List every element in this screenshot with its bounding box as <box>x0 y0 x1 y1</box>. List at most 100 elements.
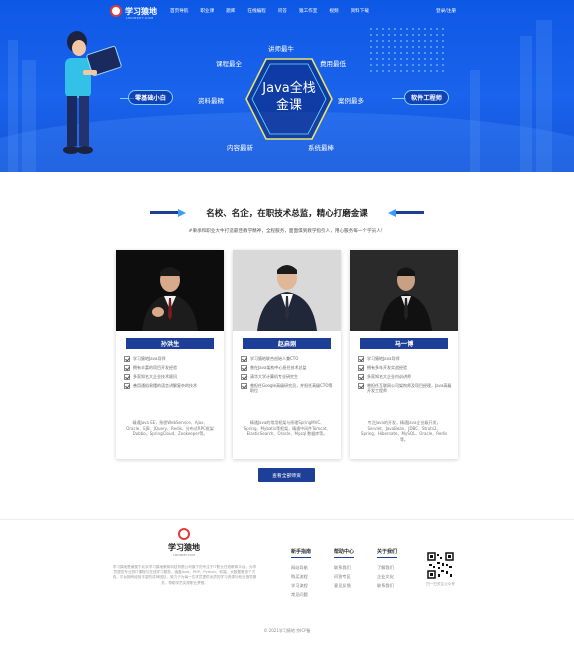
footer-link[interactable]: 购买流程 <box>291 572 325 581</box>
point-text: 多家知名大企业内训讲师 <box>367 374 411 379</box>
footer-link[interactable]: 网站导航 <box>291 563 325 572</box>
point-text: 曾担任互联网公司架构师及项目经理，Java高级开发工程师 <box>367 383 452 394</box>
pill-beginner: 零基础小白 <box>128 90 173 105</box>
nav-item-downloads[interactable]: 资料下载 <box>351 8 369 14</box>
point-text: 多家知名大企业技术顾问 <box>133 374 177 379</box>
nav-item-video[interactable]: 视频 <box>329 8 338 14</box>
teacher-portrait-image <box>257 265 317 331</box>
qr-caption: 扫一扫关注公众号 <box>426 582 455 586</box>
list-item: 学习猿地联合创始人兼CTO <box>241 356 335 362</box>
checkbox-icon <box>124 374 130 380</box>
footer-column-about: 关于我们 了解我们 企业文化 联系我们 <box>377 548 411 590</box>
checkbox-icon <box>241 374 247 380</box>
pill-engineer: 软件工程师 <box>404 90 449 105</box>
view-all-teachers-button[interactable]: 查看全部师资 <box>258 468 315 482</box>
teacher-description: 精通Java的常用框架与原理SpringMVC、Spring、Mybatis等框… <box>243 420 331 436</box>
footer-logo[interactable]: 学习猿地 LMONKEY.COM <box>168 528 200 557</box>
footer-column-title: 帮助中心 <box>334 548 355 558</box>
footer-link[interactable]: 问答专区 <box>334 572 368 581</box>
teacher-card[interactable]: 孙洪生 学习猿地Java导师 拥有丰富的项目开发经验 多家知名大企业技术顾问 善… <box>116 250 224 459</box>
nav-item-qa[interactable]: 问答 <box>278 8 287 14</box>
hero-tag: 内容最新 <box>227 144 253 152</box>
list-item: 拥有丰富的项目开发经验 <box>124 365 218 371</box>
nav-item-questions[interactable]: 题库 <box>226 8 235 14</box>
footer-column-guide: 新手指南 网站导航 购买流程 学习流程 常见问题 <box>291 548 325 599</box>
footer-link[interactable]: 学习流程 <box>291 581 325 590</box>
section-subtitle: #秉承和职业大牛打造最佳教学精神，全程服务，面面俱到教学指引人，用心服务每一个学… <box>188 229 386 234</box>
hero-tag: 资料最精 <box>198 97 224 105</box>
point-text: 拥有多年开发实战经验 <box>367 365 407 370</box>
list-item: 拥有多年开发实战经验 <box>358 365 452 371</box>
teacher-card[interactable]: 赵启刚 学习猿地联合创始人兼CTO 曾在Java架构中心担任技术总监 清华大学计… <box>233 250 341 459</box>
teacher-points: 学习猿地联合创始人兼CTO 曾在Java架构中心担任技术总监 清华大学计算机专业… <box>241 356 335 397</box>
footer-column-title: 关于我们 <box>377 548 398 558</box>
teacher-name: 马一博 <box>360 338 448 349</box>
teacher-name: 孙洪生 <box>126 338 214 349</box>
checkbox-icon <box>124 356 130 362</box>
list-item: 曾担任Google高级研究员，并担任高级CTO等职位 <box>241 383 335 394</box>
checkbox-icon <box>124 365 130 371</box>
hero-tag: 案例最多 <box>338 97 364 105</box>
teacher-description: 精通Java EE，熟悉WebService、Ajax、Oracle、EJB、J… <box>126 420 214 436</box>
checkbox-icon <box>241 356 247 362</box>
logo-text: 学习猿地 <box>125 6 157 16</box>
nav-item-home[interactable]: 首页导航 <box>170 8 188 14</box>
footer-divider <box>0 519 574 520</box>
login-register-link[interactable]: 登录/注册 <box>436 8 456 14</box>
footer-link[interactable]: 了解我们 <box>377 563 411 572</box>
checkbox-icon <box>241 365 247 371</box>
footer-link[interactable]: 联系我们 <box>334 563 368 572</box>
checkbox-icon <box>241 383 247 389</box>
point-text: 曾在Java架构中心担任技术总监 <box>250 365 307 370</box>
footer-description: 学习猿地是隶属于北京学习猿地教育科技有限公司旗下的专注于IT职业在线教育平台。为… <box>112 565 257 585</box>
nav-menu: 首页导航 职业课 题库 在线编程 问答 猿工作室 视频 资料下载 <box>170 8 381 14</box>
developer-illustration <box>63 31 122 154</box>
teacher-portrait-image <box>142 267 198 331</box>
point-text: 学习猿地Java导师 <box>367 356 400 361</box>
list-item: 曾在Java架构中心担任技术总监 <box>241 365 335 371</box>
list-item: 学习猿地Java导师 <box>358 356 452 362</box>
footer-link[interactable]: 意见反馈 <box>334 581 368 590</box>
point-text: 曾担任Google高级研究员，并担任高级CTO等职位 <box>250 383 333 394</box>
hero-tag: 讲师最牛 <box>268 45 294 53</box>
hero-tag: 系统最棒 <box>308 144 334 152</box>
footer-column-help: 帮助中心 联系我们 问答专区 意见反馈 <box>334 548 368 590</box>
nav-item-career[interactable]: 职业课 <box>200 8 214 14</box>
footer-link[interactable]: 联系我们 <box>377 581 411 590</box>
logo-subtext: LMONKEY.COM <box>126 16 154 20</box>
footer-logo-sub: LMONKEY.COM <box>173 553 195 557</box>
point-text: 学习猿地Java导师 <box>133 356 166 361</box>
copyright-text: © 2021学习猿地 京ICP备 <box>263 628 311 633</box>
hero-center-title: Java全栈 金课 <box>244 80 334 114</box>
monkey-logo-icon <box>178 528 190 540</box>
teacher-portrait-image <box>380 267 432 331</box>
footer-link[interactable]: 企业文化 <box>377 572 411 581</box>
hero-tag: 课程最全 <box>216 60 242 68</box>
teacher-photo <box>116 250 224 331</box>
teacher-photo <box>350 250 458 331</box>
teacher-points: 学习猿地Java导师 拥有多年开发实战经验 多家知名大企业内训讲师 曾担任互联网… <box>358 356 452 397</box>
footer-logo-text: 学习猿地 <box>168 543 200 552</box>
list-item: 善用通俗易懂的语言讲解复杂的技术 <box>124 383 218 389</box>
top-nav: 学习猿地 LMONKEY.COM 首页导航 职业课 题库 在线编程 问答 猿工作… <box>0 0 574 26</box>
teacher-card[interactable]: 马一博 学习猿地Java导师 拥有多年开发实战经验 多家知名大企业内训讲师 曾担… <box>350 250 458 459</box>
list-item: 学习猿地Java导师 <box>124 356 218 362</box>
footer-column-title: 新手指南 <box>291 548 312 558</box>
teacher-name: 赵启刚 <box>243 338 331 349</box>
hero-title-line2: 金课 <box>275 98 302 113</box>
footer-link[interactable]: 常见问题 <box>291 590 325 599</box>
nav-item-studio[interactable]: 猿工作室 <box>299 8 317 14</box>
point-text: 学习猿地联合创始人兼CTO <box>250 356 299 361</box>
point-text: 清华大学计算机专业研究生 <box>250 374 298 379</box>
dot-grid-decoration <box>368 26 448 76</box>
nav-item-coding[interactable]: 在线编程 <box>247 8 265 14</box>
checkbox-icon <box>358 383 364 389</box>
teacher-photo <box>233 250 341 331</box>
monkey-logo-icon <box>110 5 122 17</box>
checkbox-icon <box>358 374 364 380</box>
hero-tag: 费用最低 <box>320 60 346 68</box>
list-item: 曾担任互联网公司架构师及项目经理，Java高级开发工程师 <box>358 383 452 394</box>
list-item: 多家知名大企业技术顾问 <box>124 374 218 380</box>
section-title: 名校、名企，在职技术总监，精心打磨金课 <box>206 209 368 219</box>
list-item: 多家知名大企业内训讲师 <box>358 374 452 380</box>
